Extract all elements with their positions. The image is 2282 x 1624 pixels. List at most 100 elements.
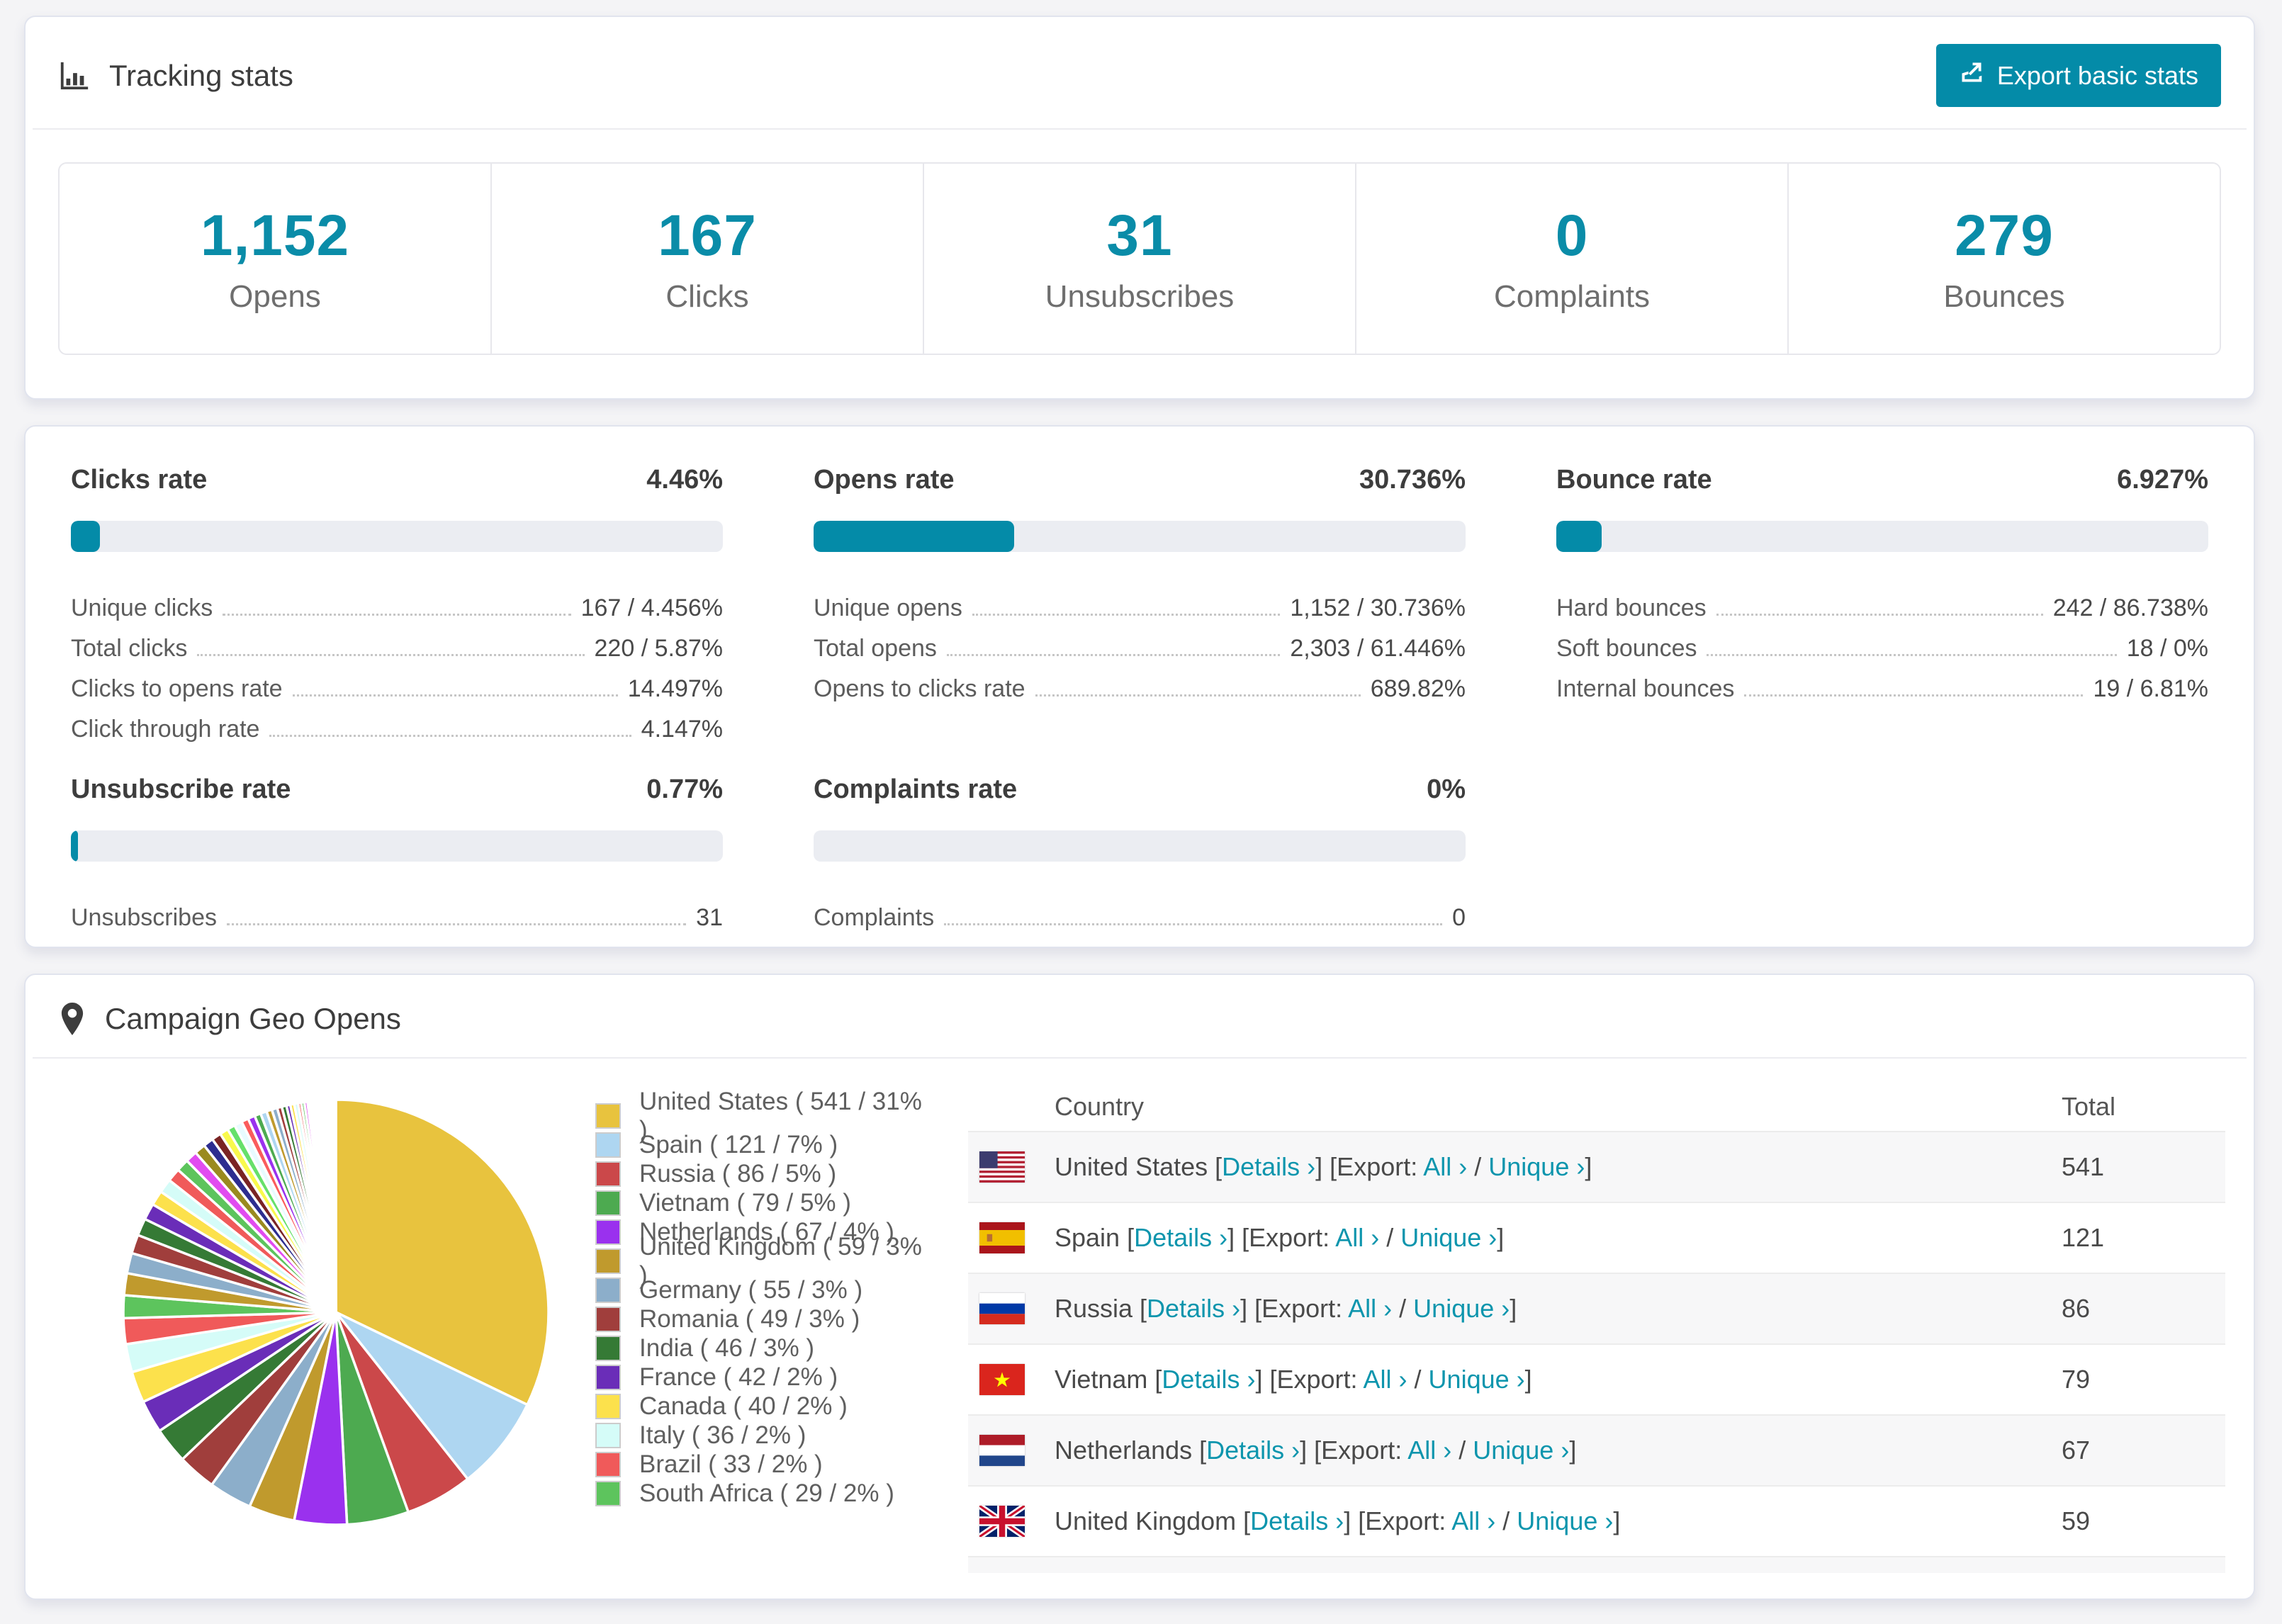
bracket-text: ] [Export: xyxy=(1240,1294,1349,1323)
legend-label: Russia ( 86 / 5% ) xyxy=(639,1159,837,1188)
legend-item-united-kingdom[interactable]: United Kingdom ( 59 / 3% ) xyxy=(595,1233,928,1289)
detail-value: 31 xyxy=(696,904,723,931)
legend-label: Spain ( 121 / 7% ) xyxy=(639,1130,838,1158)
legend-swatch xyxy=(595,1364,621,1390)
map-pin-icon xyxy=(58,1003,86,1035)
export-unique-link-es[interactable]: Unique › xyxy=(1400,1223,1497,1252)
clicks-rate-block: Clicks rate 4.46% Unique clicks 167 / 4.456… xyxy=(71,465,723,743)
stat-cell-unsubscribes: 31 Unsubscribes xyxy=(924,164,1356,354)
link-separator: / xyxy=(1379,1223,1401,1252)
geo-table-row-gb: United Kingdom [Details ›] [Export: All … xyxy=(968,1486,2225,1557)
stat-cell-complaints: 0 Complaints xyxy=(1356,164,1789,354)
legend-label: Vietnam ( 79 / 5% ) xyxy=(639,1188,851,1217)
stat-cell-bounces: 279 Bounces xyxy=(1789,164,2220,354)
legend-item-france[interactable]: France ( 42 / 2% ) xyxy=(595,1363,928,1392)
legend-swatch xyxy=(595,1103,621,1129)
legend-swatch xyxy=(595,1422,621,1448)
export-basic-stats-button[interactable]: Export basic stats xyxy=(1935,44,2221,107)
legend-swatch xyxy=(595,1451,621,1477)
legend-swatch xyxy=(595,1335,621,1361)
total-cell: 79 xyxy=(2061,1344,2225,1416)
detail-row: Unsubscribes 31 xyxy=(71,891,723,932)
stat-label: Clicks xyxy=(665,279,749,314)
clicks-rate-progress-fill xyxy=(71,521,101,552)
export-all-link-vn[interactable]: All › xyxy=(1364,1365,1407,1394)
country-cell: United Kingdom [Details ›] [Export: All … xyxy=(1054,1486,2061,1557)
link-separator: / xyxy=(1407,1365,1429,1394)
legend-item-brazil[interactable]: Brazil ( 33 / 2% ) xyxy=(595,1450,928,1479)
geo-table-row-ru: Russia [Details ›] [Export: All › / Uniq… xyxy=(968,1273,2225,1345)
export-all-link-es[interactable]: All › xyxy=(1335,1223,1379,1252)
complaints-rate-progress-bar xyxy=(814,830,1466,862)
legend-label: India ( 46 / 3% ) xyxy=(639,1333,815,1362)
detail-row: Soft bounces 18 / 0% xyxy=(1556,622,2208,662)
unsubscribe-rate-title: Unsubscribe rate xyxy=(71,774,291,804)
rates-card: Clicks rate 4.46% Unique clicks 167 / 4.456… xyxy=(24,425,2255,948)
details-link-es[interactable]: Details › xyxy=(1134,1223,1227,1252)
details-link-vn[interactable]: Details › xyxy=(1162,1365,1255,1394)
detail-value: 689.82% xyxy=(1370,675,1466,702)
details-link-ru[interactable]: Details › xyxy=(1147,1294,1240,1323)
export-all-link-gb[interactable]: All › xyxy=(1451,1506,1495,1535)
legend-item-canada[interactable]: Canada ( 40 / 2% ) xyxy=(595,1392,928,1421)
geo-opens-card: Campaign Geo Opens United States ( 541 /… xyxy=(24,974,2255,1600)
detail-value: 18 / 0% xyxy=(2126,635,2208,662)
legend-item-south-africa[interactable]: South Africa ( 29 / 2% ) xyxy=(595,1479,928,1508)
bracket-text: ] [Export: xyxy=(1300,1436,1408,1465)
legend-item-india[interactable]: India ( 46 / 3% ) xyxy=(595,1333,928,1363)
export-unique-link-ru[interactable]: Unique › xyxy=(1413,1294,1510,1323)
country-cell: Netherlands [Details ›] [Export: All › /… xyxy=(1054,1415,2061,1487)
legend-label: France ( 42 / 2% ) xyxy=(639,1363,838,1391)
total-cell: 55 xyxy=(2061,1557,2225,1573)
dotted-leader xyxy=(972,614,1281,616)
details-link-gb[interactable]: Details › xyxy=(1250,1506,1344,1535)
export-all-link-ru[interactable]: All › xyxy=(1348,1294,1392,1323)
geo-table-row-de: Germany [Details ›] [Export: All › / Uni… xyxy=(968,1557,2225,1573)
geo-legend: United States ( 541 / 31% ) Spain ( 121 /… xyxy=(595,1088,928,1583)
geo-table-row-vn: Vietnam [Details ›] [Export: All › / Uni… xyxy=(968,1344,2225,1416)
stat-label: Complaints xyxy=(1493,279,1651,314)
page-title: Tracking stats xyxy=(109,58,293,92)
export-all-link-us[interactable]: All › xyxy=(1423,1152,1467,1181)
export-unique-link-nl[interactable]: Unique › xyxy=(1473,1436,1569,1465)
country-name: Spain [ xyxy=(1055,1223,1135,1252)
total-column-header: Total xyxy=(2061,1083,2225,1132)
details-link-nl[interactable]: Details › xyxy=(1206,1436,1300,1465)
export-unique-link-vn[interactable]: Unique › xyxy=(1429,1365,1525,1394)
export-unique-link-us[interactable]: Unique › xyxy=(1488,1152,1585,1181)
bracket-text: ] xyxy=(1497,1223,1505,1252)
geo-header: Campaign Geo Opens xyxy=(26,975,2254,1057)
legend-swatch xyxy=(595,1393,621,1419)
detail-value: 14.497% xyxy=(627,675,723,702)
bracket-text: ] [Export: xyxy=(1227,1223,1336,1252)
details-link-us[interactable]: Details › xyxy=(1222,1152,1315,1181)
legend-swatch xyxy=(595,1190,621,1216)
legend-item-romania[interactable]: Romania ( 49 / 3% ) xyxy=(595,1304,928,1333)
export-all-link-nl[interactable]: All › xyxy=(1407,1436,1451,1465)
total-cell: 59 xyxy=(2061,1486,2225,1557)
geo-pie-chart[interactable] xyxy=(116,1093,556,1532)
country-name: Vietnam [ xyxy=(1055,1365,1162,1394)
flag-cell xyxy=(968,1273,1054,1345)
country-cell: Russia [Details ›] [Export: All › / Uniq… xyxy=(1054,1273,2061,1345)
legend-item-united-states[interactable]: United States ( 541 / 31% ) xyxy=(595,1088,928,1144)
export-unique-link-gb[interactable]: Unique › xyxy=(1517,1506,1613,1535)
legend-label: Canada ( 40 / 2% ) xyxy=(639,1392,848,1420)
legend-item-russia[interactable]: Russia ( 86 / 5% ) xyxy=(595,1159,928,1188)
bracket-text: ] [Export: xyxy=(1255,1365,1364,1394)
detail-label: Unique clicks xyxy=(71,594,213,621)
nl-flag-icon xyxy=(979,1435,1053,1466)
us-flag-icon xyxy=(979,1151,1053,1183)
bracket-text: ] xyxy=(1569,1436,1577,1465)
legend-label: Romania ( 49 / 3% ) xyxy=(639,1304,860,1333)
geo-table-row-nl: Netherlands [Details ›] [Export: All › /… xyxy=(968,1415,2225,1487)
legend-item-vietnam[interactable]: Vietnam ( 79 / 5% ) xyxy=(595,1188,928,1217)
geo-title: Campaign Geo Opens xyxy=(105,1002,401,1035)
legend-item-italy[interactable]: Italy ( 36 / 2% ) xyxy=(595,1421,928,1450)
unsubscribe-rate-progress-bar xyxy=(71,830,723,862)
pie-slice-other-65[interactable] xyxy=(334,1098,337,1314)
legend-swatch xyxy=(595,1248,621,1274)
dotted-leader xyxy=(226,923,687,925)
complaints-rate-details: Complaints 0 xyxy=(814,891,1466,932)
bounce-rate-value: 6.927% xyxy=(2117,465,2208,495)
